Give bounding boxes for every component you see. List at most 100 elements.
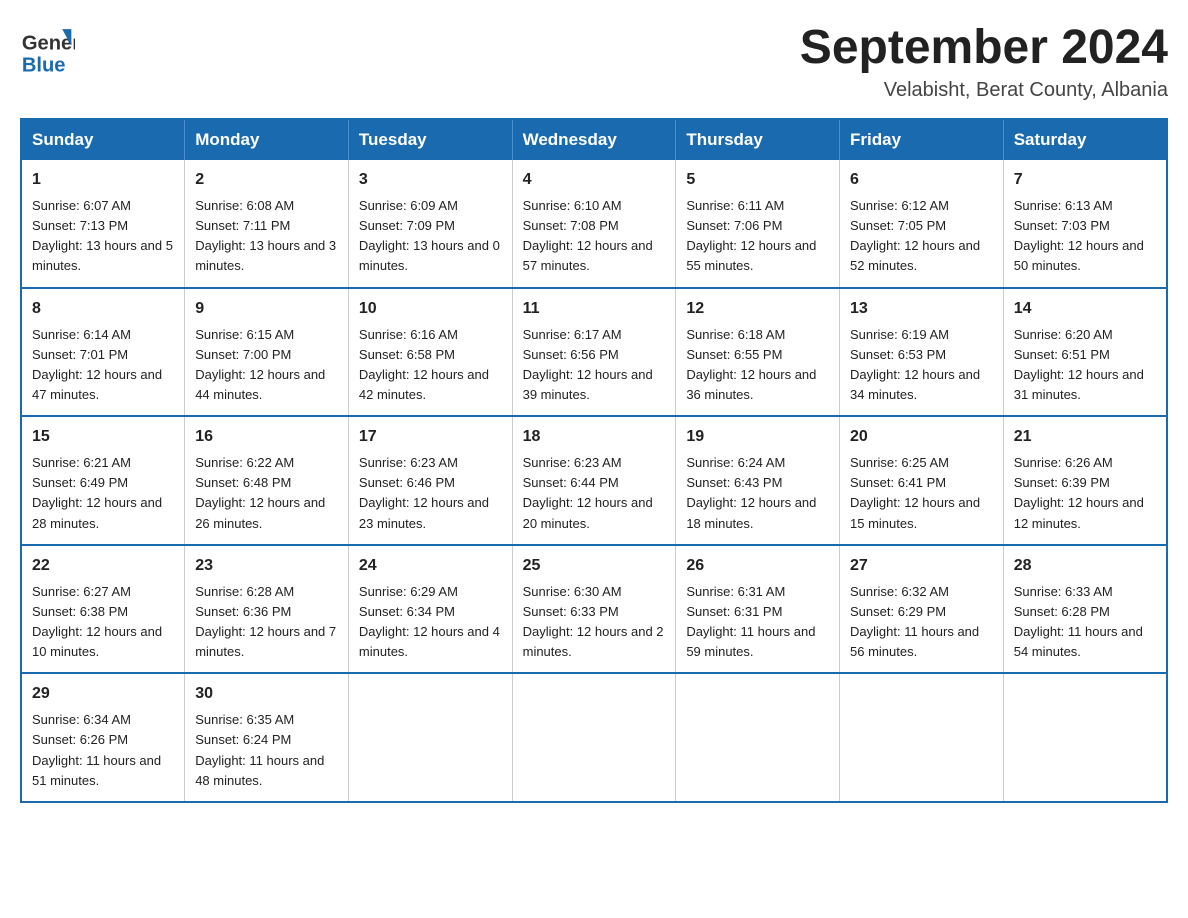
day-info: Sunrise: 6:27 AMSunset: 6:38 PMDaylight:… (32, 582, 174, 663)
calendar-day-cell: 28 Sunrise: 6:33 AMSunset: 6:28 PMDayligh… (1003, 545, 1167, 674)
weekday-header-tuesday: Tuesday (348, 119, 512, 160)
day-number: 22 (32, 554, 174, 578)
day-number: 6 (850, 168, 993, 192)
day-info: Sunrise: 6:21 AMSunset: 6:49 PMDaylight:… (32, 453, 174, 534)
calendar-day-cell: 18Sunrise: 6:23 AMSunset: 6:44 PMDayligh… (512, 416, 676, 545)
day-info: Sunrise: 6:29 AMSunset: 6:34 PMDaylight:… (359, 582, 502, 663)
day-info: Sunrise: 6:15 AMSunset: 7:00 PMDaylight:… (195, 325, 338, 406)
calendar-day-cell: 25Sunrise: 6:30 AMSunset: 6:33 PMDayligh… (512, 545, 676, 674)
day-info: Sunrise: 6:23 AMSunset: 6:46 PMDaylight:… (359, 453, 502, 534)
calendar-day-cell: 19Sunrise: 6:24 AMSunset: 6:43 PMDayligh… (676, 416, 840, 545)
calendar-week-row: 29 Sunrise: 6:34 AMSunset: 6:26 PMDayligh… (21, 673, 1167, 802)
calendar-day-cell: 21 Sunrise: 6:26 AMSunset: 6:39 PMDayligh… (1003, 416, 1167, 545)
day-info: Sunrise: 6:12 AMSunset: 7:05 PMDaylight:… (850, 196, 993, 277)
day-number: 30 (195, 682, 338, 706)
day-number: 5 (686, 168, 829, 192)
day-number: 3 (359, 168, 502, 192)
weekday-header-sunday: Sunday (21, 119, 185, 160)
day-info: Sunrise: 6:28 AMSunset: 6:36 PMDaylight:… (195, 582, 338, 663)
day-number: 7 (1014, 168, 1156, 192)
day-number: 16 (195, 425, 338, 449)
day-number: 19 (686, 425, 829, 449)
day-number: 25 (523, 554, 666, 578)
calendar-day-cell: 14 Sunrise: 6:20 AMSunset: 6:51 PMDayligh… (1003, 288, 1167, 417)
day-number: 13 (850, 297, 993, 321)
calendar-day-cell: 13 Sunrise: 6:19 AMSunset: 6:53 PMDayligh… (840, 288, 1004, 417)
day-info: Sunrise: 6:23 AMSunset: 6:44 PMDaylight:… (523, 453, 666, 534)
day-number: 10 (359, 297, 502, 321)
calendar-day-cell: 7 Sunrise: 6:13 AMSunset: 7:03 PMDaylight… (1003, 160, 1167, 288)
calendar-day-cell: 15 Sunrise: 6:21 AMSunset: 6:49 PMDayligh… (21, 416, 185, 545)
day-info: Sunrise: 6:34 AMSunset: 6:26 PMDaylight:… (32, 710, 174, 791)
weekday-header-wednesday: Wednesday (512, 119, 676, 160)
day-info: Sunrise: 6:25 AMSunset: 6:41 PMDaylight:… (850, 453, 993, 534)
day-info: Sunrise: 6:20 AMSunset: 6:51 PMDaylight:… (1014, 325, 1156, 406)
day-info: Sunrise: 6:18 AMSunset: 6:55 PMDaylight:… (686, 325, 829, 406)
calendar-empty-cell (512, 673, 676, 802)
day-number: 15 (32, 425, 174, 449)
calendar-day-cell: 20 Sunrise: 6:25 AMSunset: 6:41 PMDayligh… (840, 416, 1004, 545)
calendar-empty-cell (348, 673, 512, 802)
day-info: Sunrise: 6:32 AMSunset: 6:29 PMDaylight:… (850, 582, 993, 663)
calendar-day-cell: 23 Sunrise: 6:28 AMSunset: 6:36 PMDayligh… (185, 545, 349, 674)
calendar-day-cell: 27 Sunrise: 6:32 AMSunset: 6:29 PMDayligh… (840, 545, 1004, 674)
day-number: 9 (195, 297, 338, 321)
calendar-day-cell: 3 Sunrise: 6:09 AMSunset: 7:09 PMDaylight… (348, 160, 512, 288)
day-info: Sunrise: 6:26 AMSunset: 6:39 PMDaylight:… (1014, 453, 1156, 534)
calendar-day-cell: 11Sunrise: 6:17 AMSunset: 6:56 PMDayligh… (512, 288, 676, 417)
calendar-day-cell: 4Sunrise: 6:10 AMSunset: 7:08 PMDaylight… (512, 160, 676, 288)
day-number: 27 (850, 554, 993, 578)
logo: General Blue (20, 20, 75, 75)
calendar-day-cell: 10 Sunrise: 6:16 AMSunset: 6:58 PMDayligh… (348, 288, 512, 417)
day-number: 23 (195, 554, 338, 578)
day-info: Sunrise: 6:17 AMSunset: 6:56 PMDaylight:… (523, 325, 666, 406)
day-info: Sunrise: 6:07 AMSunset: 7:13 PMDaylight:… (32, 196, 174, 277)
calendar-empty-cell (676, 673, 840, 802)
calendar-day-cell: 5 Sunrise: 6:11 AMSunset: 7:06 PMDaylight… (676, 160, 840, 288)
weekday-header-row: SundayMondayTuesdayWednesdayThursdayFrid… (21, 119, 1167, 160)
calendar-week-row: 22 Sunrise: 6:27 AMSunset: 6:38 PMDayligh… (21, 545, 1167, 674)
title-area: September 2024 Velabisht, Berat County, … (800, 20, 1168, 102)
day-number: 1 (32, 168, 174, 192)
weekday-header-saturday: Saturday (1003, 119, 1167, 160)
calendar-day-cell: 6 Sunrise: 6:12 AMSunset: 7:05 PMDaylight… (840, 160, 1004, 288)
weekday-header-friday: Friday (840, 119, 1004, 160)
logo-icon: General Blue (20, 20, 75, 75)
calendar-week-row: 8 Sunrise: 6:14 AMSunset: 7:01 PMDaylight… (21, 288, 1167, 417)
day-info: Sunrise: 6:13 AMSunset: 7:03 PMDaylight:… (1014, 196, 1156, 277)
calendar-week-row: 15 Sunrise: 6:21 AMSunset: 6:49 PMDayligh… (21, 416, 1167, 545)
calendar-day-cell: 8 Sunrise: 6:14 AMSunset: 7:01 PMDaylight… (21, 288, 185, 417)
day-info: Sunrise: 6:31 AMSunset: 6:31 PMDaylight:… (686, 582, 829, 663)
weekday-header-thursday: Thursday (676, 119, 840, 160)
day-info: Sunrise: 6:14 AMSunset: 7:01 PMDaylight:… (32, 325, 174, 406)
day-info: Sunrise: 6:19 AMSunset: 6:53 PMDaylight:… (850, 325, 993, 406)
calendar-empty-cell (1003, 673, 1167, 802)
calendar-day-cell: 26 Sunrise: 6:31 AMSunset: 6:31 PMDayligh… (676, 545, 840, 674)
day-number: 20 (850, 425, 993, 449)
day-number: 8 (32, 297, 174, 321)
day-number: 17 (359, 425, 502, 449)
day-info: Sunrise: 6:33 AMSunset: 6:28 PMDaylight:… (1014, 582, 1156, 663)
day-info: Sunrise: 6:10 AMSunset: 7:08 PMDaylight:… (523, 196, 666, 277)
day-info: Sunrise: 6:35 AMSunset: 6:24 PMDaylight:… (195, 710, 338, 791)
calendar-day-cell: 12 Sunrise: 6:18 AMSunset: 6:55 PMDayligh… (676, 288, 840, 417)
day-number: 29 (32, 682, 174, 706)
svg-text:Blue: Blue (22, 54, 66, 75)
calendar-day-cell: 29 Sunrise: 6:34 AMSunset: 6:26 PMDayligh… (21, 673, 185, 802)
day-number: 12 (686, 297, 829, 321)
day-info: Sunrise: 6:09 AMSunset: 7:09 PMDaylight:… (359, 196, 502, 277)
calendar-day-cell: 1 Sunrise: 6:07 AMSunset: 7:13 PMDaylight… (21, 160, 185, 288)
day-number: 24 (359, 554, 502, 578)
day-number: 26 (686, 554, 829, 578)
calendar-day-cell: 9 Sunrise: 6:15 AMSunset: 7:00 PMDaylight… (185, 288, 349, 417)
day-info: Sunrise: 6:16 AMSunset: 6:58 PMDaylight:… (359, 325, 502, 406)
day-number: 21 (1014, 425, 1156, 449)
calendar-day-cell: 17 Sunrise: 6:23 AMSunset: 6:46 PMDayligh… (348, 416, 512, 545)
calendar-empty-cell (840, 673, 1004, 802)
page-header: General Blue September 2024 Velabisht, B… (20, 20, 1168, 102)
day-number: 2 (195, 168, 338, 192)
calendar-table: SundayMondayTuesdayWednesdayThursdayFrid… (20, 118, 1168, 803)
day-number: 28 (1014, 554, 1156, 578)
day-info: Sunrise: 6:11 AMSunset: 7:06 PMDaylight:… (686, 196, 829, 277)
day-number: 14 (1014, 297, 1156, 321)
